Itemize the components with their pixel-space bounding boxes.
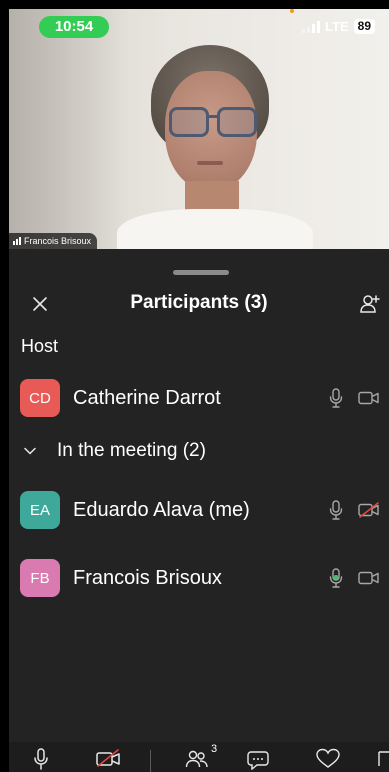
start-video-button[interactable] <box>95 748 121 768</box>
cellular-signal-icon <box>302 20 321 33</box>
status-indicators: LTE 89 <box>302 19 375 34</box>
add-person-icon <box>360 295 380 313</box>
video-background <box>9 9 129 249</box>
chat-button[interactable] <box>247 748 271 770</box>
microphone-icon <box>329 388 343 408</box>
meeting-group-header[interactable]: In the meeting (2) <box>9 434 389 468</box>
avatar: FB <box>20 559 60 597</box>
participant-row[interactable]: CD Catherine Darrot <box>9 372 389 424</box>
video-person-shirt <box>117 209 313 249</box>
participant-name: Eduardo Alava (me) <box>73 498 250 521</box>
video-camera-icon <box>358 571 379 585</box>
mic-status[interactable] <box>327 567 345 589</box>
avatar: CD <box>20 379 60 417</box>
panel-title: Participants (3) <box>130 292 268 313</box>
video-feed[interactable]: 10:54 LTE 89 Francois Brisoux <box>9 9 389 249</box>
network-type: LTE <box>325 19 349 34</box>
microphone-active-icon <box>329 568 343 588</box>
share-screen-icon <box>378 751 389 766</box>
mute-button[interactable] <box>33 748 49 770</box>
video-name-tag: Francois Brisoux <box>9 233 98 249</box>
sheet-drag-handle[interactable] <box>173 270 229 275</box>
mic-status[interactable] <box>327 499 345 521</box>
mic-status[interactable] <box>327 387 345 409</box>
chat-icon <box>247 751 269 770</box>
video-person-mouth <box>197 161 223 165</box>
participants-panel: Participants (3) Host CD Catherine Darro… <box>9 249 389 744</box>
video-name-label: Francois Brisoux <box>24 236 92 246</box>
camera-status[interactable] <box>357 567 381 589</box>
zoom-meeting-app: 10:54 LTE 89 Francois Brisoux Participan… <box>9 9 389 772</box>
camera-status[interactable] <box>357 387 381 409</box>
participant-row[interactable]: FB Francois Brisoux <box>9 552 389 604</box>
participant-name: Francois Brisoux <box>73 566 222 589</box>
meeting-toolbar: 3 <box>9 742 389 772</box>
glasses-left <box>169 107 209 137</box>
more-button[interactable] <box>377 748 389 768</box>
participants-button[interactable] <box>185 748 209 768</box>
chevron-down-icon <box>23 444 37 458</box>
glasses-bridge <box>206 115 218 118</box>
connection-signal-icon <box>13 237 21 245</box>
participant-row[interactable]: EA Eduardo Alava (me) <box>9 484 389 536</box>
heart-icon <box>316 748 340 768</box>
reactions-button[interactable] <box>315 748 341 768</box>
microphone-icon <box>329 500 343 520</box>
toolbar-divider <box>150 750 151 772</box>
camera-status[interactable] <box>357 499 381 521</box>
participants-icon <box>185 750 208 768</box>
invite-button[interactable] <box>357 291 383 317</box>
video-camera-off-icon <box>358 502 379 518</box>
glasses-right <box>217 107 257 137</box>
video-camera-off-icon <box>96 749 120 767</box>
privacy-indicator-dot <box>290 9 294 13</box>
avatar: EA <box>20 491 60 529</box>
participant-name: Catherine Darrot <box>73 386 221 409</box>
participants-count: 3 <box>211 743 218 755</box>
video-camera-icon <box>358 391 379 405</box>
status-time: 10:54 <box>39 16 109 38</box>
host-section-label: Host <box>21 336 59 356</box>
microphone-icon <box>34 748 48 770</box>
meeting-group-label: In the meeting (2) <box>57 440 206 461</box>
battery-level: 89 <box>353 19 375 34</box>
